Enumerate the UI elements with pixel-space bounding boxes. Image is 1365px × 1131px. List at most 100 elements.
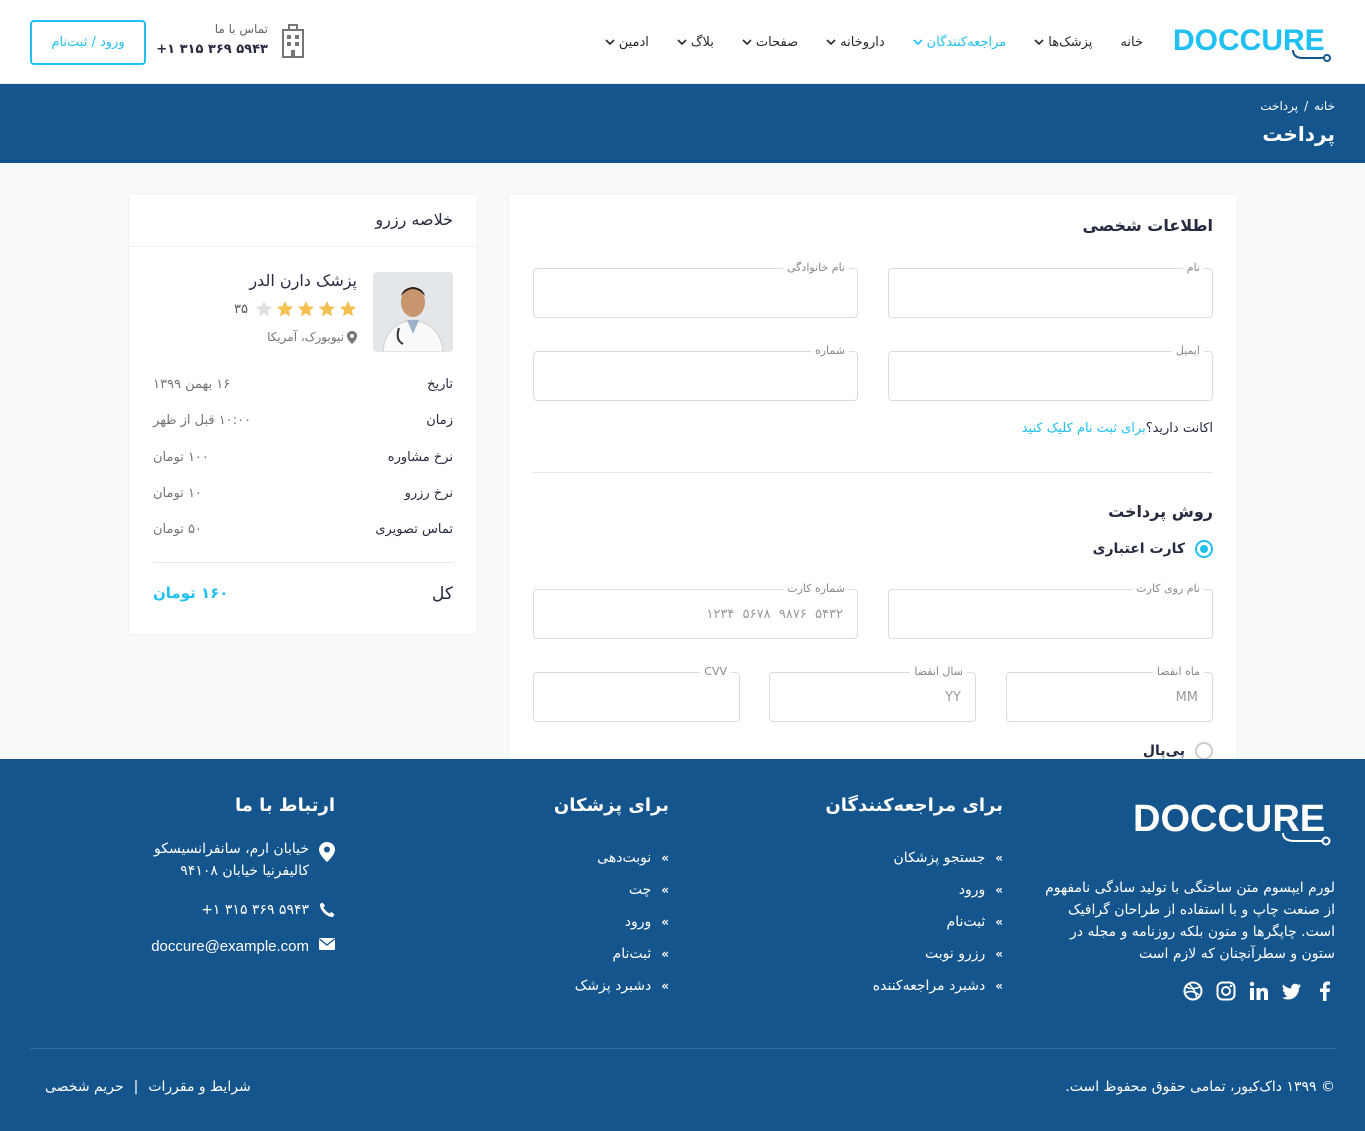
doctor-name[interactable]: پزشک دارن الدر	[249, 271, 357, 290]
account-question: اکانت دارید؟	[1145, 421, 1213, 436]
radio-unchecked[interactable]	[1195, 742, 1213, 760]
card-name-input[interactable]	[889, 590, 1212, 638]
nav-home[interactable]: خانه	[1120, 35, 1143, 50]
phone-icon	[319, 902, 335, 918]
contact-label: تماس با ما	[214, 22, 268, 36]
field-label: ماه انقضا	[1152, 665, 1204, 678]
footer-link[interactable]: » نوبت‌دهی	[554, 842, 669, 874]
nav-admin[interactable]: ادمین	[605, 35, 649, 50]
summary-row-date: تاریخ ۱۶ بهمن ۱۳۹۹	[153, 377, 453, 392]
footer-link[interactable]: » چت	[554, 874, 669, 906]
breadcrumb-current: پرداخت	[1260, 99, 1299, 113]
double-chevron-icon: »	[661, 915, 669, 929]
breadcrumb-home-link[interactable]: خانه	[1314, 99, 1335, 113]
nav-patients[interactable]: مراجعه‌کنندگان	[913, 35, 1006, 50]
footer-phone[interactable]: +۱ ۳۱۵ ۳۶۹ ۵۹۴۳	[151, 902, 335, 918]
first-name-input[interactable]	[889, 269, 1212, 317]
footer-link[interactable]: » رزرو نوبت	[825, 938, 1003, 970]
chevron-down-icon	[1034, 39, 1044, 46]
field-label: CVV	[700, 665, 731, 678]
linkedin-icon[interactable]	[1249, 981, 1269, 1001]
last-name-input[interactable]	[534, 269, 857, 317]
privacy-link[interactable]: حریم شخصی	[45, 1079, 124, 1095]
star-filled-icon	[318, 300, 336, 317]
policy-separator: |	[133, 1079, 139, 1095]
nav-label: پزشک‌ها	[1048, 34, 1093, 50]
register-link[interactable]: برای ثبت نام کلیک کنید	[1022, 421, 1146, 436]
row-label: نرخ رزرو	[404, 486, 453, 501]
breadcrumb-bar: خانه / پرداخت پرداخت	[0, 84, 1365, 163]
address-line-1: خیابان ارم، سانفرانسیسکو	[154, 841, 309, 857]
summary-divider	[153, 562, 453, 563]
payment-option-credit-card[interactable]: کارت اعتباری	[1093, 540, 1213, 558]
doccure-logo[interactable]: DOCCURE	[1173, 20, 1335, 64]
header-contact: تماس با ما +۱ ۳۱۵ ۳۶۹ ۵۹۴۳	[156, 22, 306, 62]
double-chevron-icon: »	[995, 947, 1003, 961]
footer-address: خیابان ارم، سانفرانسیسکو کالیفرنیا خیابان…	[151, 841, 335, 882]
instagram-icon[interactable]	[1216, 981, 1236, 1001]
double-chevron-icon: »	[661, 851, 669, 865]
checkout-form-card: اطلاعات شخصی نام نام خانوادگی ایمیل شمار…	[508, 193, 1238, 793]
double-chevron-icon: »	[995, 851, 1003, 865]
chevron-down-icon	[826, 39, 836, 46]
card-number-input[interactable]	[534, 590, 857, 638]
dribbble-icon[interactable]	[1183, 981, 1203, 1001]
breadcrumb: خانه / پرداخت	[1260, 99, 1335, 113]
footer-link[interactable]: » ثبت‌نام	[825, 906, 1003, 938]
email-input[interactable]	[889, 352, 1212, 400]
footer-link-label: رزرو نوبت	[924, 946, 986, 962]
nav-pharmacy[interactable]: داروخانه	[826, 35, 885, 50]
footer-email[interactable]: doccure@example.com	[151, 938, 335, 955]
footer-policy-links: شرایط و مقررات | حریم شخصی	[45, 1079, 251, 1095]
footer-link[interactable]: » دشبرد پزشک	[554, 970, 669, 1002]
footer-link-label: چت	[628, 882, 652, 898]
double-chevron-icon: »	[661, 883, 669, 897]
footer-link[interactable]: » ورود	[825, 874, 1003, 906]
summary-row-time: زمان ۱۰:۰۰ قبل از ظهر	[153, 413, 453, 428]
facebook-icon[interactable]	[1315, 981, 1335, 1001]
double-chevron-icon: »	[995, 979, 1003, 993]
expiry-month-input[interactable]	[1007, 673, 1212, 721]
row-value: ۱۰:۰۰ قبل از ظهر	[153, 413, 252, 428]
expiry-year-input[interactable]	[770, 673, 975, 721]
chevron-down-icon	[913, 39, 923, 46]
row-label: نرخ مشاوره	[387, 450, 453, 465]
phone-input[interactable]	[534, 352, 857, 400]
footer-link-label: ثبت‌نام	[946, 914, 986, 930]
summary-row-video-call: تماس تصویری ۵۰ تومان	[153, 522, 453, 537]
nav-doctors[interactable]: پزشک‌ها	[1034, 35, 1092, 50]
row-value: ۱۶ بهمن ۱۳۹۹	[153, 377, 231, 392]
star-filled-icon	[297, 300, 315, 317]
footer-link-label: ورود	[624, 914, 652, 930]
map-pin-icon	[347, 330, 357, 344]
login-register-button[interactable]: ورود / ثبت‌نام	[30, 20, 146, 65]
chevron-down-icon	[677, 39, 687, 46]
radio-checked[interactable]	[1195, 540, 1213, 558]
footer-link[interactable]: » ثبت‌نام	[554, 938, 669, 970]
booking-summary-card: خلاصه رزرو پزشک دارن الدر ۳۵ نیویورک، آم…	[128, 193, 478, 635]
payment-option-paypal[interactable]: پی‌پال	[1143, 742, 1213, 760]
footer-link[interactable]: » جستجو پزشکان	[825, 842, 1003, 874]
summary-total: کل ۱۶۰ تومان	[153, 584, 453, 604]
field-label: نام روی کارت	[1132, 582, 1204, 595]
map-marker-icon	[319, 842, 335, 862]
contact-phone[interactable]: +۱ ۳۱۵ ۳۶۹ ۵۹۴۳	[156, 42, 268, 57]
footer-link[interactable]: » ورود	[554, 906, 669, 938]
section-divider	[533, 472, 1213, 473]
breadcrumb-separator: /	[1304, 99, 1309, 113]
phone-text: +۱ ۳۱۵ ۳۶۹ ۵۹۴۳	[201, 902, 309, 918]
total-value: ۱۶۰ تومان	[153, 584, 229, 602]
doctor-avatar[interactable]	[373, 272, 453, 352]
double-chevron-icon: »	[661, 947, 669, 961]
footer-logo[interactable]: DOCCURE	[1133, 795, 1335, 849]
row-label: زمان	[426, 413, 453, 428]
footer-link[interactable]: » دشبرد مراجعه‌کننده	[825, 970, 1003, 1002]
twitter-icon[interactable]	[1282, 981, 1302, 1001]
star-filled-icon	[276, 300, 294, 317]
cvv-input[interactable]	[534, 673, 739, 721]
nav-blog[interactable]: بلاگ	[677, 35, 714, 50]
terms-link[interactable]: شرایط و مقررات	[148, 1079, 250, 1095]
nav-pages[interactable]: صفحات	[742, 35, 798, 50]
footer-patients-column: برای مراجعه‌کنندگان » جستجو پزشکان » ورود …	[825, 795, 1003, 1002]
footer-column-title: برای پزشکان	[553, 795, 669, 816]
